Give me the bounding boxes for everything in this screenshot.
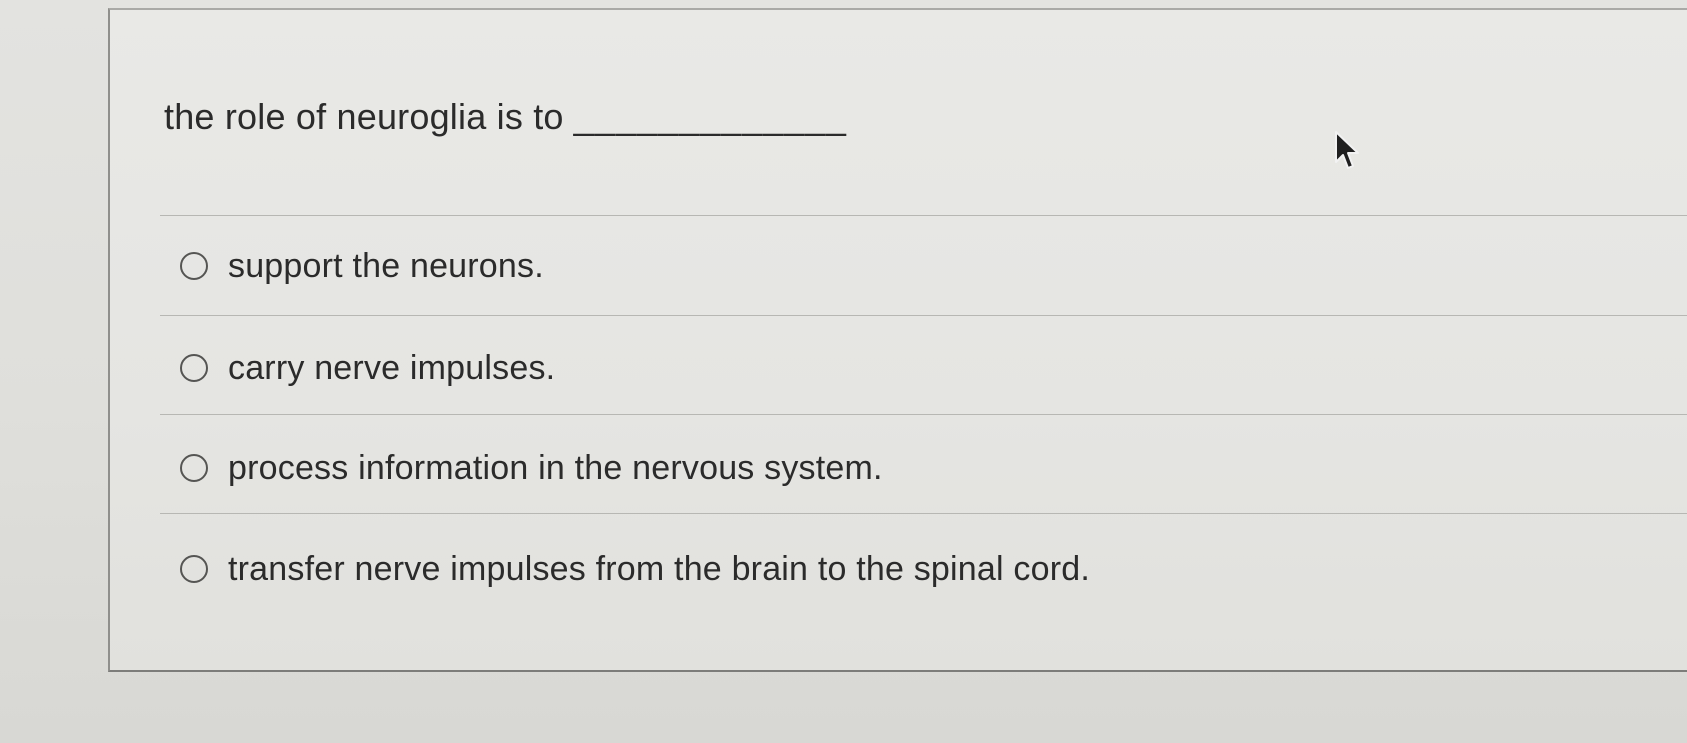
divider	[160, 315, 1687, 316]
divider	[160, 414, 1687, 415]
option-label: transfer nerve impulses from the brain t…	[228, 549, 1090, 588]
option-support-neurons[interactable]: support the neurons.	[180, 246, 544, 286]
radio-button[interactable]	[180, 555, 208, 583]
option-label: process information in the nervous syste…	[228, 448, 883, 487]
option-label: carry nerve impulses.	[228, 348, 556, 387]
divider	[160, 513, 1687, 514]
question-prompt: the role of neuroglia is to _____________	[164, 96, 847, 138]
divider	[160, 215, 1687, 216]
radio-button[interactable]	[180, 252, 208, 280]
option-carry-impulses[interactable]: carry nerve impulses.	[180, 348, 555, 388]
radio-button[interactable]	[180, 454, 208, 482]
option-transfer-impulses[interactable]: transfer nerve impulses from the brain t…	[180, 549, 1090, 589]
radio-button[interactable]	[180, 354, 208, 382]
mouse-pointer-icon	[1335, 131, 1359, 169]
option-label: support the neurons.	[228, 246, 544, 285]
option-process-information[interactable]: process information in the nervous syste…	[180, 448, 883, 488]
answer-blank: _____________	[573, 96, 847, 137]
question-text: the role of neuroglia is to	[164, 96, 564, 137]
screen: the role of neuroglia is to _____________…	[0, 0, 1687, 743]
